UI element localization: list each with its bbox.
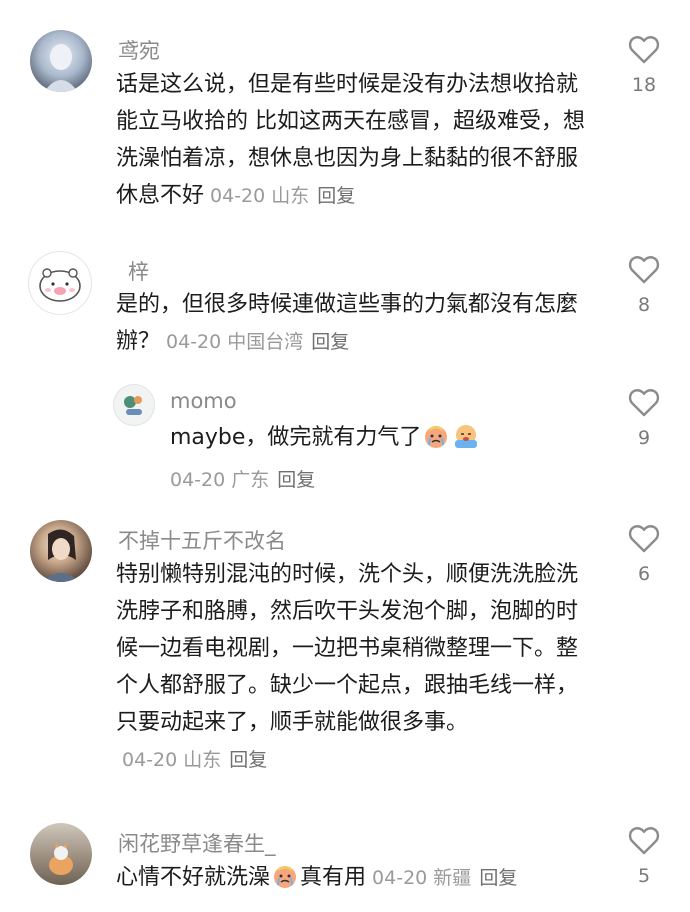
comment-meta: 04-20 山东 回复 [210, 185, 355, 207]
reply-button[interactable]: 回复 [479, 867, 517, 889]
comment-body: 心情不好就洗澡 真有用 04-20 新疆 回复 [116, 859, 596, 897]
reply-button[interactable]: 回复 [317, 185, 355, 207]
heart-outline-icon [628, 256, 660, 284]
comment-item: 不掉十五斤不改名 特别懒特别混沌的时候，洗个头，顺便洗洗脸洗洗脖子和胳膊，然后吹… [0, 510, 690, 800]
comment-location: 中国台湾 [227, 331, 304, 353]
avatar[interactable] [30, 30, 92, 92]
comment-body: 特别懒特别混沌的时候，洗个头，顺便洗洗脸洗洗脖子和胳膊，然后吹干头发泡个脚，泡脚… [116, 556, 596, 779]
avatar[interactable] [113, 384, 155, 426]
like-button[interactable]: 8 [619, 254, 669, 316]
comment-meta: 04-20 新疆 回复 [372, 867, 517, 889]
comment-username[interactable]: momo [170, 389, 237, 413]
comment-item: 鸢宛 话是这么说，但是有些时候是没有办法想收拾就能立马收拾的 比如这两天在感冒，… [0, 0, 690, 230]
like-count: 18 [631, 74, 657, 96]
avatar[interactable] [30, 520, 92, 582]
comment-username[interactable]: 闲花野草逢春生_ [118, 828, 276, 858]
heart-outline-icon [628, 827, 660, 855]
comment-text-after: 真有用 [300, 865, 367, 890]
like-button[interactable]: 9 [619, 387, 669, 449]
like-count: 5 [637, 865, 651, 887]
comment-location: 山东 [271, 185, 310, 207]
comment-username[interactable]: 不掉十五斤不改名 [118, 525, 286, 555]
comment-username[interactable]: 鸢宛 [118, 35, 160, 65]
reply-button[interactable]: 回复 [277, 469, 315, 491]
comment-body: 话是这么说，但是有些时候是没有办法想收拾就能立马收拾的 比如这两天在感冒，超级难… [116, 66, 596, 215]
like-button[interactable]: 5 [619, 825, 669, 887]
comment-text: 心情不好就洗澡 [116, 865, 271, 890]
heart-outline-icon [628, 36, 660, 64]
comment-item: 梓 是的，但很多時候連做這些事的力氣都沒有怎麼辦？ 04-20 中国台湾 回复 8 [0, 240, 690, 370]
comment-body: maybe，做完就有力气了 [170, 419, 590, 456]
like-button[interactable]: 6 [619, 523, 669, 585]
avatar[interactable] [28, 251, 92, 315]
like-count: 9 [637, 427, 651, 449]
avatar[interactable] [30, 823, 92, 885]
like-count: 6 [637, 563, 651, 585]
reply-button[interactable]: 回复 [229, 749, 267, 771]
comment-date: 04-20 [210, 185, 266, 207]
comment-location: 新疆 [433, 867, 472, 889]
comment-meta: 04-20 山东 回复 [122, 749, 267, 771]
comment-text: 特别懒特别混沌的时候，洗个头，顺便洗洗脸洗洗脖子和胳膊，然后吹干头发泡个脚，泡脚… [116, 562, 579, 735]
comment-date: 04-20 [166, 331, 222, 353]
comment-meta: 04-20 广东 回复 [170, 469, 315, 491]
heart-outline-icon [628, 525, 660, 553]
comment-location: 山东 [183, 749, 222, 771]
comment-date: 04-20 [170, 469, 226, 491]
crying-face-emoji [274, 866, 297, 888]
comment-meta-line: 04-20 广东 回复 [170, 461, 590, 499]
like-count: 8 [637, 294, 651, 316]
sobbing-face-emoji [455, 425, 478, 448]
crying-face-emoji [425, 426, 448, 448]
reply-button[interactable]: 回复 [311, 331, 349, 353]
comment-meta: 04-20 中国台湾 回复 [166, 331, 349, 353]
reply-item: momo maybe，做完就有力气了 04-20 广东 回复 9 [0, 375, 690, 500]
comment-location: 广东 [231, 469, 270, 491]
like-button[interactable]: 18 [619, 34, 669, 96]
comment-body: 是的，但很多時候連做這些事的力氣都沒有怎麼辦？ 04-20 中国台湾 回复 [116, 286, 596, 361]
comment-item: 闲花野草逢春生_ 心情不好就洗澡 真有用 04-20 新疆 回复 5 [0, 810, 690, 912]
comment-date: 04-20 [122, 749, 178, 771]
comment-text: maybe，做完就有力气了 [170, 425, 422, 450]
comment-username[interactable]: 梓 [128, 256, 149, 286]
comment-date: 04-20 [372, 867, 428, 889]
heart-outline-icon [628, 389, 660, 417]
